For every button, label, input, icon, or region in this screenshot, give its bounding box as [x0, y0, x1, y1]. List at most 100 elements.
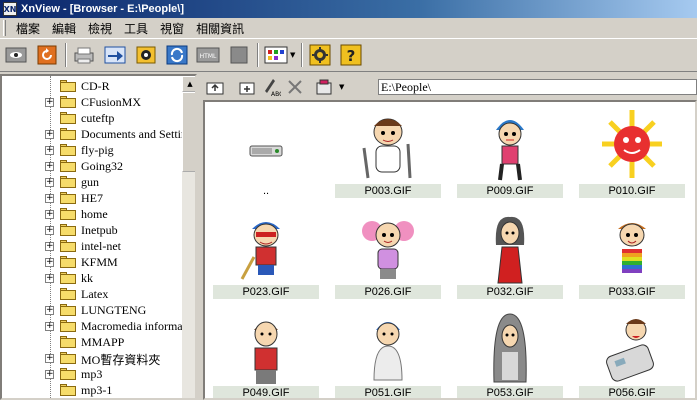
thumbnail-item[interactable]: P032.GIF	[453, 205, 567, 305]
menu-view[interactable]: 檢視	[82, 20, 118, 37]
expand-icon[interactable]: +	[45, 194, 54, 203]
menu-edit[interactable]: 編輯	[46, 20, 82, 37]
slideshow-button[interactable]	[263, 43, 289, 67]
tree-item[interactable]: + Inetpub	[2, 222, 182, 238]
settings-button[interactable]	[307, 43, 333, 67]
html-button[interactable]: HTML	[195, 43, 221, 67]
thumbnail-item[interactable]: P056.GIF	[575, 306, 689, 398]
thumbnail-view[interactable]: .. P003.GIF P009.GIF P010.GIF P023.GIF P026.G…	[203, 100, 697, 400]
capture-button[interactable]	[133, 43, 159, 67]
thumbnail-item[interactable]: P010.GIF	[575, 104, 689, 204]
thumbnail-item[interactable]: P003.GIF	[331, 104, 445, 204]
expand-icon[interactable]: +	[45, 354, 54, 363]
toolbar-separator	[301, 43, 304, 67]
filter-button[interactable]	[315, 77, 335, 97]
expand-icon[interactable]: +	[45, 322, 54, 331]
tree-item[interactable]: MMAPP	[2, 334, 182, 350]
tree-item-label: LUNGTENG	[81, 303, 147, 317]
tree-item[interactable]: + KFMM	[2, 254, 182, 270]
tree-item-label: Documents and Settin	[81, 127, 187, 141]
expand-icon[interactable]: +	[45, 130, 54, 139]
svg-text:ABC: ABC	[271, 91, 281, 97]
expand-icon[interactable]: +	[45, 146, 54, 155]
print-button[interactable]	[71, 43, 97, 67]
expand-icon[interactable]: +	[45, 274, 54, 283]
tree-item-label: Latex	[81, 287, 109, 301]
blank-button[interactable]	[226, 43, 252, 67]
menu-grip[interactable]	[3, 20, 6, 36]
tree-item[interactable]: + HE7	[2, 190, 182, 206]
filter-dropdown-icon[interactable]: ▼	[339, 83, 344, 91]
tree-item-label: cuteftp	[81, 111, 115, 125]
scroll-up-icon[interactable]: ▲	[182, 76, 195, 92]
kid-rainbow-image	[602, 209, 662, 285]
panel-splitter[interactable]	[197, 74, 202, 400]
thumbnail-item[interactable]: ..	[209, 104, 323, 204]
thumbnail-caption: P010.GIF	[579, 184, 685, 198]
menu-file[interactable]: 檔案	[10, 20, 46, 37]
tree-item[interactable]: + fly-pig	[2, 142, 182, 158]
help-button[interactable]: ?	[338, 43, 364, 67]
menu-help[interactable]: 相關資訊	[190, 20, 250, 37]
tree-item-label: CD-R	[81, 79, 110, 93]
expand-icon[interactable]: +	[45, 258, 54, 267]
app-icon[interactable]: XN	[3, 2, 17, 16]
thumbnail-item[interactable]: P009.GIF	[453, 104, 567, 204]
convert-button[interactable]	[102, 43, 128, 67]
tree-item[interactable]: + MO暫存資料夾	[2, 350, 182, 367]
rename-button[interactable]: ABC	[261, 77, 281, 97]
folder-tree[interactable]: CD-R + CFusionMX cuteftp + Documents and Sett…	[0, 74, 197, 400]
folder-icon	[60, 224, 76, 236]
tree-item[interactable]: + Going32	[2, 158, 182, 174]
view-button[interactable]	[3, 43, 29, 67]
tree-item-label: fly-pig	[81, 143, 114, 157]
expand-icon[interactable]: +	[45, 162, 54, 171]
tree-item[interactable]: mp3-1	[2, 382, 182, 398]
tree-item[interactable]: cuteftp	[2, 110, 182, 126]
expand-icon[interactable]: +	[45, 242, 54, 251]
tree-item[interactable]: + Macromedia informat	[2, 318, 186, 334]
folder-icon	[60, 112, 76, 124]
expand-icon[interactable]: +	[45, 178, 54, 187]
expand-icon[interactable]: +	[45, 98, 54, 107]
tree-item[interactable]: CD-R	[2, 78, 182, 94]
folder-icon	[60, 384, 76, 396]
tree-item[interactable]: + kk	[2, 270, 182, 286]
tree-scrollbar[interactable]: ▲	[182, 76, 195, 398]
menu-tools[interactable]: 工具	[118, 20, 154, 37]
thumbnail-caption: P003.GIF	[335, 184, 441, 198]
scroll-thumb[interactable]	[182, 92, 195, 172]
hooded-grey-image	[480, 310, 540, 386]
thumbnail-item[interactable]: P051.GIF	[331, 306, 445, 398]
tree-item[interactable]: + LUNGTENG	[2, 302, 182, 318]
tree-item[interactable]: + gun	[2, 174, 182, 190]
expand-icon[interactable]: +	[45, 210, 54, 219]
menu-window[interactable]: 視窗	[154, 20, 190, 37]
thumbnail-item[interactable]: P026.GIF	[331, 205, 445, 305]
thumbnail-item[interactable]: P053.GIF	[453, 306, 567, 398]
menu-bar: 檔案 編輯 檢視 工具 視窗 相關資訊	[0, 18, 697, 38]
tree-item[interactable]: + home	[2, 206, 182, 222]
expand-icon[interactable]: +	[45, 226, 54, 235]
parent-folder-button[interactable]	[205, 77, 225, 97]
tree-item-label: MMAPP	[81, 335, 125, 349]
path-input[interactable]: E:\People\	[378, 79, 697, 95]
thumbnail-item[interactable]: P023.GIF	[209, 205, 323, 305]
thumbnail-item[interactable]: P033.GIF	[575, 205, 689, 305]
folder-icon	[60, 288, 76, 300]
refresh-button[interactable]	[34, 43, 60, 67]
expand-icon[interactable]: +	[45, 306, 54, 315]
delete-button[interactable]	[285, 77, 305, 97]
thumbnail-caption: P033.GIF	[579, 285, 685, 299]
expand-icon[interactable]: +	[45, 370, 54, 379]
thumbnail-item[interactable]: P049.GIF	[209, 306, 323, 398]
tree-item[interactable]: + Documents and Settin	[2, 126, 187, 142]
tree-item[interactable]: Latex	[2, 286, 182, 302]
batch-button[interactable]	[164, 43, 190, 67]
tree-item[interactable]: + intel-net	[2, 238, 182, 254]
tree-item[interactable]: + mp3	[2, 366, 182, 382]
tree-item-label: home	[81, 207, 108, 221]
slideshow-dropdown-icon[interactable]: ▼	[290, 51, 295, 59]
new-folder-button[interactable]	[237, 77, 257, 97]
tree-item[interactable]: + CFusionMX	[2, 94, 182, 110]
